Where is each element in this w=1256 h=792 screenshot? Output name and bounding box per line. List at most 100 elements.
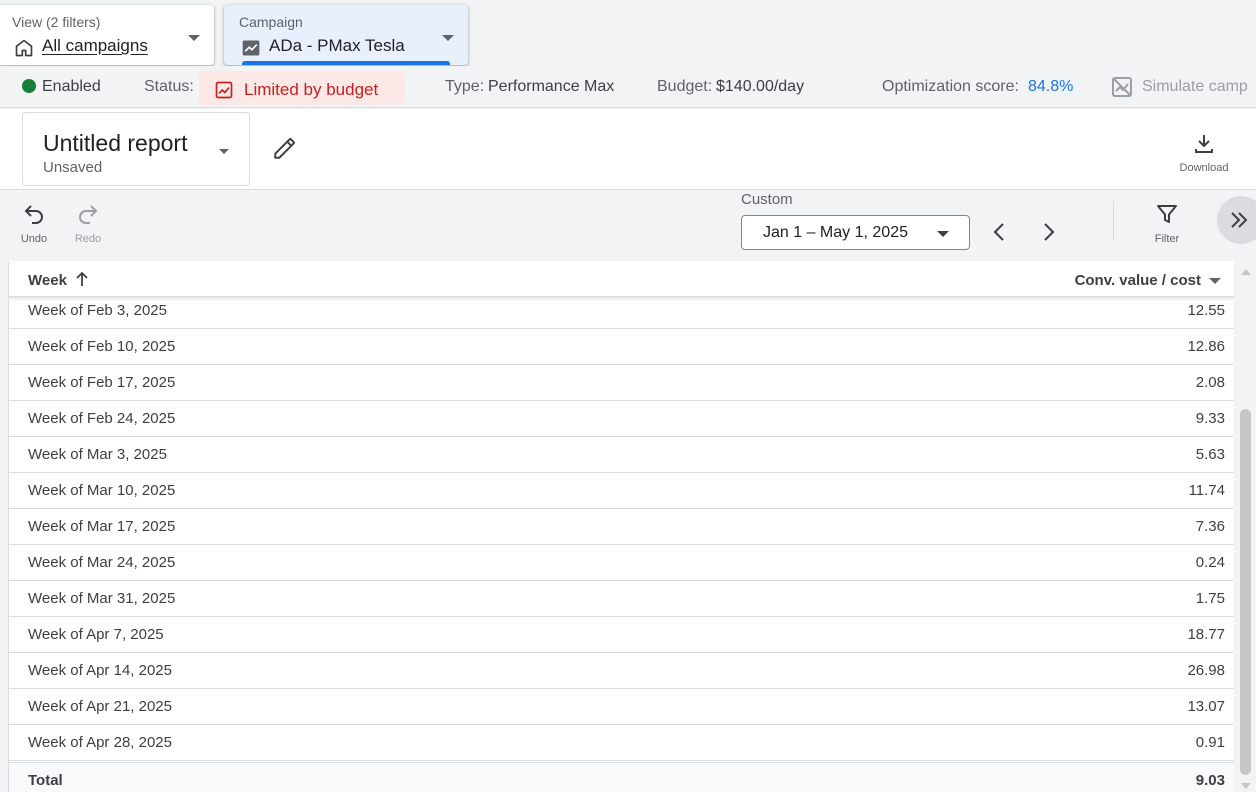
row-conv-value-cost: 9.33: [1195, 410, 1225, 427]
table-scrollbar[interactable]: [1236, 261, 1256, 792]
redo-button[interactable]: Redo: [66, 202, 110, 248]
table-row: Week of Feb 17, 2025 2.08: [9, 365, 1234, 401]
row-conv-value-cost: 5.63: [1195, 446, 1225, 463]
report-toolbar: Undo Redo Custom Jan 1 – May 1, 2025 Fil…: [0, 190, 1256, 260]
row-conv-value-cost: 0.24: [1195, 554, 1225, 571]
row-conv-value-cost: 12.86: [1187, 338, 1225, 355]
campaign-filter-chip[interactable]: Campaign ADa - PMax Tesla: [224, 5, 468, 65]
row-week: Week of Mar 24, 2025: [28, 554, 176, 571]
simulate-campaign-button[interactable]: Simulate camp: [1142, 78, 1248, 96]
column-header-week[interactable]: Week: [28, 272, 67, 289]
chevron-down-icon[interactable]: [219, 149, 229, 154]
row-conv-value-cost: 7.36: [1195, 518, 1225, 535]
row-week: Week of Feb 3, 2025: [28, 302, 167, 319]
table-row: Week of Mar 3, 2025 5.63: [9, 437, 1234, 473]
undo-icon: [24, 205, 43, 224]
table-row: Week of Apr 7, 2025 18.77: [9, 617, 1234, 653]
column-header-conv-value-cost[interactable]: Conv. value / cost: [1075, 272, 1201, 289]
row-week: Week of Apr 7, 2025: [28, 626, 164, 643]
edit-pencil-icon[interactable]: [272, 135, 298, 161]
toolbar-divider: [1113, 201, 1114, 241]
view-filter-label: View (2 filters): [12, 14, 101, 30]
download-label: Download: [1179, 162, 1229, 174]
campaign-filter-value: ADa - PMax Tesla: [269, 36, 405, 55]
view-filter-value[interactable]: All campaigns: [42, 36, 148, 56]
simulate-disabled-icon: [1112, 77, 1132, 97]
next-period-icon[interactable]: [1036, 220, 1060, 244]
expand-panel-button[interactable]: [1217, 196, 1256, 244]
download-icon: [1195, 135, 1213, 153]
active-chip-indicator: [242, 61, 450, 65]
scroll-down-icon[interactable]: [1241, 783, 1251, 789]
view-filter-chip[interactable]: View (2 filters) All campaigns: [0, 5, 214, 65]
scrollbar-thumb[interactable]: [1240, 409, 1251, 775]
row-week: Week of Feb 24, 2025: [28, 410, 176, 427]
row-week: Week of Apr 14, 2025: [28, 662, 172, 679]
optimization-score-label: Optimization score:: [882, 78, 1019, 95]
status-label: Status:: [144, 78, 194, 95]
date-range-value: Jan 1 – May 1, 2025: [763, 224, 908, 241]
report-title: Untitled report: [43, 130, 188, 156]
row-week: Week of Feb 10, 2025: [28, 338, 176, 355]
report-table: Week Conv. value / cost Week of Feb 3, 2…: [8, 261, 1234, 792]
row-conv-value-cost: 13.07: [1187, 698, 1225, 715]
enabled-status-icon: [22, 79, 36, 93]
table-row: Week of Apr 28, 2025 0.91: [9, 725, 1234, 761]
date-range-label: Custom: [741, 191, 793, 208]
table-header: Week Conv. value / cost: [9, 261, 1234, 297]
report-save-status: Unsaved: [43, 159, 103, 176]
table-row: Week of Mar 17, 2025 7.36: [9, 509, 1234, 545]
table-row: Week of Feb 3, 2025 12.55: [9, 293, 1234, 329]
row-conv-value-cost: 1.75: [1195, 590, 1225, 607]
row-week: Week of Apr 28, 2025: [28, 734, 172, 751]
limited-by-budget-badge[interactable]: Limited by budget: [199, 71, 405, 105]
type-value: Performance Max: [488, 78, 615, 95]
chevron-down-icon[interactable]: [188, 35, 200, 41]
total-label: Total: [28, 772, 63, 789]
previous-period-icon[interactable]: [988, 220, 1012, 244]
filter-icon: [1157, 205, 1177, 223]
row-week: Week of Feb 17, 2025: [28, 374, 176, 391]
home-icon: [15, 39, 33, 57]
scroll-up-icon[interactable]: [1241, 269, 1251, 275]
undo-label: Undo: [20, 233, 48, 245]
report-header: Untitled report Unsaved Download: [0, 109, 1256, 190]
enabled-status-text[interactable]: Enabled: [42, 78, 101, 96]
row-week: Week of Mar 10, 2025: [28, 482, 176, 499]
table-row: Week of Apr 21, 2025 13.07: [9, 689, 1234, 725]
type-label: Type:: [445, 78, 485, 95]
filter-button[interactable]: Filter: [1145, 202, 1189, 248]
chevron-down-icon[interactable]: [442, 35, 454, 41]
undo-button[interactable]: Undo: [12, 202, 56, 248]
row-week: Week of Mar 3, 2025: [28, 446, 167, 463]
table-row: Week of Mar 31, 2025 1.75: [9, 581, 1234, 617]
report-selector[interactable]: Untitled report Unsaved: [22, 112, 250, 186]
total-value: 9.03: [1195, 772, 1225, 789]
redo-icon: [79, 205, 98, 224]
campaign-filter-label: Campaign: [239, 14, 303, 30]
table-row: Week of Feb 24, 2025 9.33: [9, 401, 1234, 437]
budget-value[interactable]: $140.00/day: [716, 78, 804, 96]
double-chevron-right-icon: [1231, 212, 1248, 228]
row-week: Week of Apr 21, 2025: [28, 698, 172, 715]
chevron-down-icon[interactable]: [1209, 278, 1221, 284]
row-conv-value-cost: 26.98: [1187, 662, 1225, 679]
limited-chart-icon: [215, 81, 233, 99]
download-button[interactable]: Download: [1172, 129, 1236, 179]
row-conv-value-cost: 11.74: [1188, 482, 1225, 499]
table-row: Week of Apr 14, 2025 26.98: [9, 653, 1234, 689]
table-row: Week of Mar 24, 2025 0.24: [9, 545, 1234, 581]
sort-ascending-icon[interactable]: [75, 271, 89, 287]
row-conv-value-cost: 12.55: [1187, 302, 1225, 319]
optimization-score-value[interactable]: 84.8%: [1028, 78, 1073, 96]
date-range-select[interactable]: Jan 1 – May 1, 2025: [741, 215, 970, 250]
performance-chart-icon: [242, 40, 260, 56]
filter-bar: View (2 filters) All campaigns Campaign …: [0, 0, 1256, 66]
limited-by-budget-text: Limited by budget: [244, 80, 379, 99]
row-conv-value-cost: 2.08: [1195, 374, 1225, 391]
row-week: Week of Mar 17, 2025: [28, 518, 176, 535]
chevron-down-icon: [937, 231, 949, 237]
budget-label: Budget:: [657, 78, 713, 95]
table-row: Week of Feb 10, 2025 12.86: [9, 329, 1234, 365]
table-body: Week of Feb 3, 2025 12.55 Week of Feb 10, …: [9, 293, 1234, 761]
